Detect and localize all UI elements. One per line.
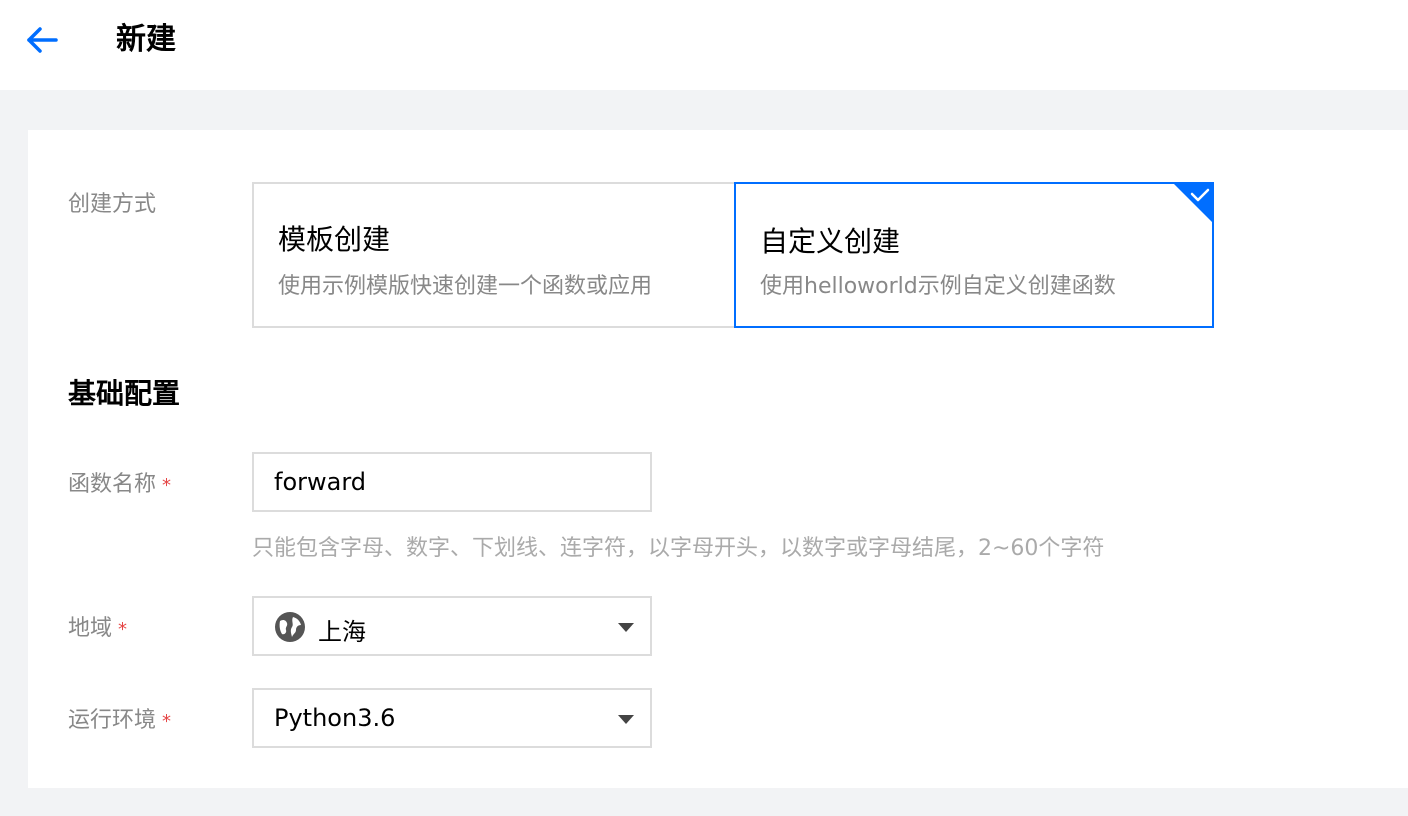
function-name-input[interactable]: [254, 454, 650, 510]
function-name-field[interactable]: [252, 452, 652, 512]
globe-icon: [275, 612, 305, 642]
form-card: 创建方式 模板创建 使用示例模版快速创建一个函数或应用 自定义创建 使用hell…: [28, 130, 1408, 788]
region-label: 地域 *: [68, 610, 127, 642]
function-name-hint: 只能包含字母、数字、下划线、连字符，以字母开头，以数字或字母结尾，2~60个字符: [252, 536, 1105, 561]
label-text: 地域: [68, 616, 113, 641]
checkmark-icon: [1172, 182, 1214, 224]
option-description: 使用示例模版快速创建一个函数或应用: [278, 274, 653, 299]
chevron-down-icon: [618, 623, 634, 632]
runtime-value: Python3.6: [274, 704, 396, 732]
label-text: 运行环境: [68, 708, 157, 733]
label-text: 函数名称: [68, 472, 157, 497]
custom-create-option[interactable]: 自定义创建 使用helloworld示例自定义创建函数: [734, 182, 1214, 328]
required-mark: *: [162, 475, 172, 496]
arrow-left-icon: [27, 27, 58, 53]
section-title: 基础配置: [68, 377, 181, 410]
function-name-label: 函数名称 *: [68, 466, 171, 498]
option-description: 使用helloworld示例自定义创建函数: [760, 274, 1116, 299]
page-title: 新建: [116, 22, 176, 57]
page-header: 新建: [0, 0, 1408, 90]
option-title: 模板创建: [278, 223, 391, 256]
runtime-select[interactable]: Python3.6: [252, 688, 652, 748]
back-button[interactable]: [22, 20, 62, 60]
region-value: 上海: [318, 618, 366, 646]
option-title: 自定义创建: [760, 225, 901, 258]
chevron-down-icon: [618, 715, 634, 724]
required-mark: *: [118, 619, 128, 640]
required-mark: *: [162, 711, 172, 732]
region-select[interactable]: 上海: [252, 596, 652, 656]
create-method-label: 创建方式: [68, 192, 157, 217]
runtime-label: 运行环境 *: [68, 702, 171, 734]
template-create-option[interactable]: 模板创建 使用示例模版快速创建一个函数或应用: [252, 182, 736, 328]
